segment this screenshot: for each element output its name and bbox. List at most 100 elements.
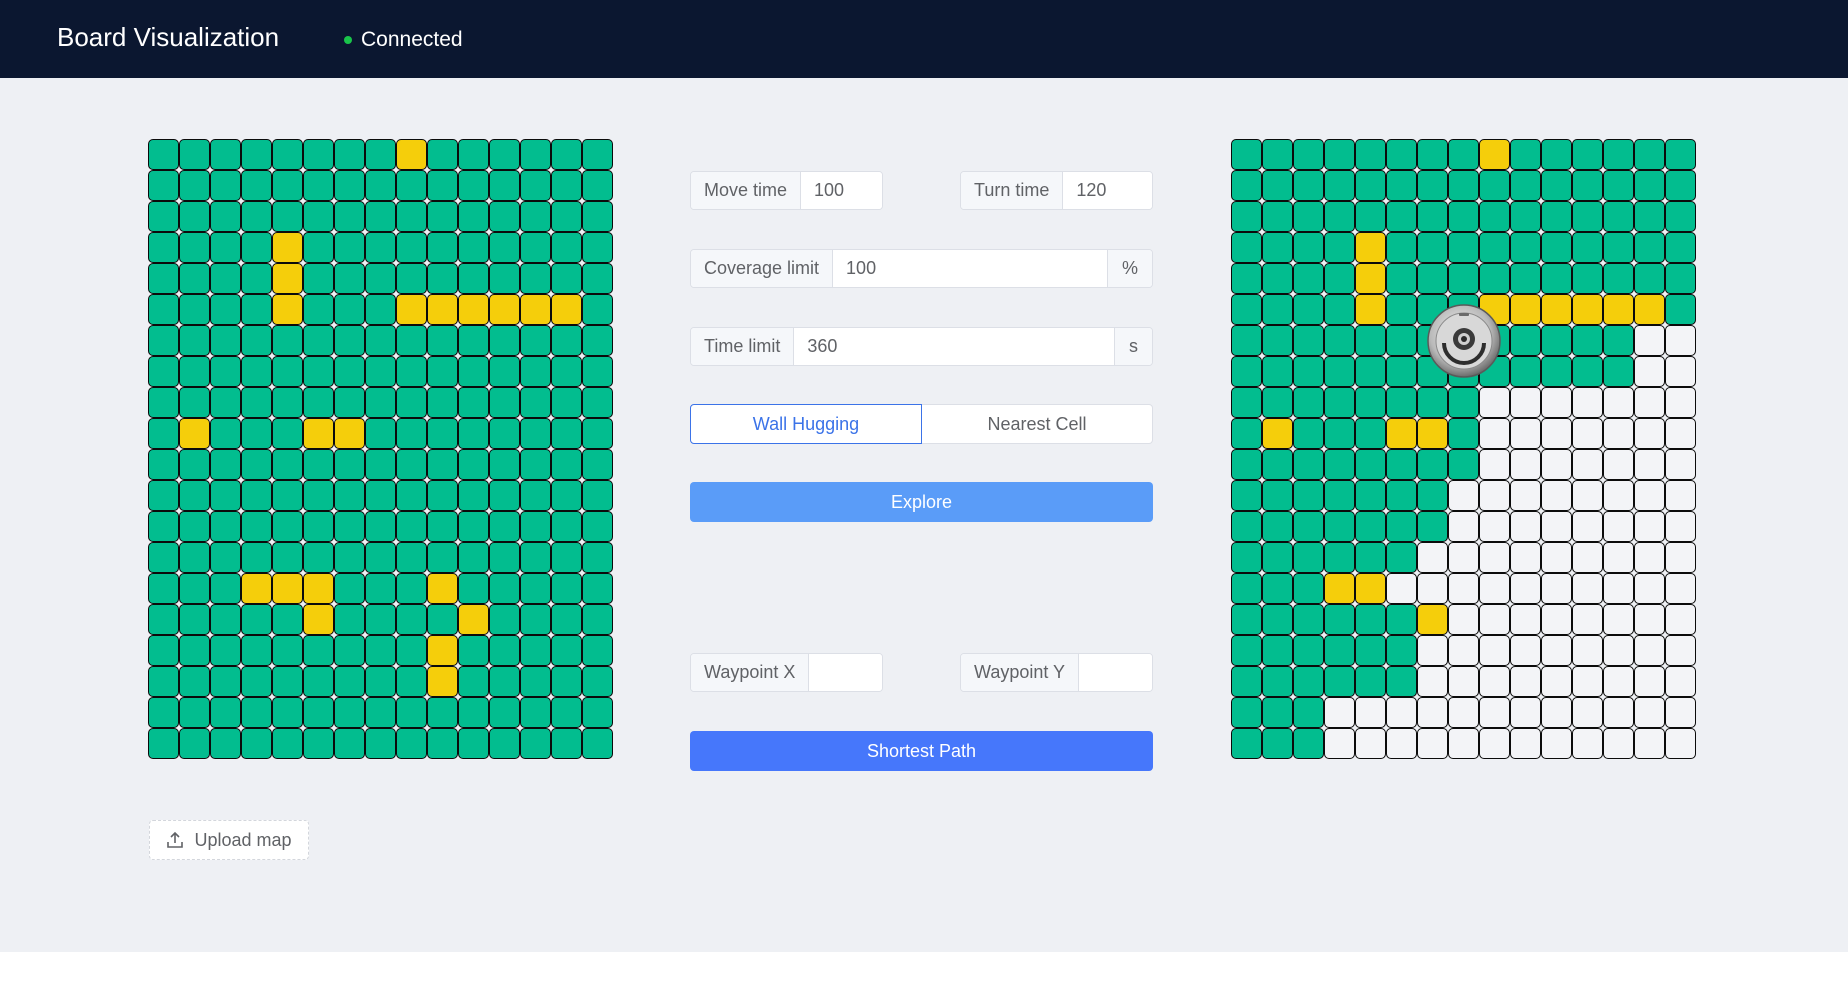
explored-cell-free xyxy=(1231,418,1262,449)
explored-cell-unexplored xyxy=(1510,573,1541,604)
explored-cell-free xyxy=(1417,201,1448,232)
arena-cell-free xyxy=(272,325,303,356)
mode-wall-hugging-button[interactable]: Wall Hugging xyxy=(690,404,922,444)
explored-cell-free xyxy=(1479,170,1510,201)
explored-cell-unexplored xyxy=(1479,480,1510,511)
explored-cell-unexplored xyxy=(1479,387,1510,418)
explored-cell-free xyxy=(1231,604,1262,635)
explored-cell-free xyxy=(1665,232,1696,263)
arena-cell-free xyxy=(303,697,334,728)
waypoint-x-input[interactable] xyxy=(809,654,882,691)
move-time-input[interactable] xyxy=(801,172,882,209)
arena-cell-free xyxy=(551,356,582,387)
explored-cell-free xyxy=(1355,418,1386,449)
explored-cell-free xyxy=(1665,201,1696,232)
explored-cell-obstacle xyxy=(1355,232,1386,263)
explored-cell-free xyxy=(1448,418,1479,449)
arena-cell-free xyxy=(427,542,458,573)
arena-cell-free xyxy=(334,387,365,418)
explore-button[interactable]: Explore xyxy=(690,482,1153,522)
explored-cell-free xyxy=(1665,170,1696,201)
arena-cell-free xyxy=(210,356,241,387)
explored-cell-unexplored xyxy=(1355,728,1386,759)
arena-cell-free xyxy=(489,170,520,201)
arena-cell-obstacle xyxy=(427,573,458,604)
waypoint-y-group: Waypoint Y xyxy=(960,653,1153,692)
explored-cell-obstacle xyxy=(1541,294,1572,325)
explored-cell-unexplored xyxy=(1665,666,1696,697)
arena-cell-free xyxy=(489,201,520,232)
explored-cell-unexplored xyxy=(1572,604,1603,635)
explored-cell-unexplored xyxy=(1541,542,1572,573)
upload-map-button[interactable]: Upload map xyxy=(149,820,309,860)
arena-cell-free xyxy=(520,666,551,697)
arena-cell-free xyxy=(365,604,396,635)
arena-cell-obstacle xyxy=(458,294,489,325)
explored-cell-free xyxy=(1293,666,1324,697)
arena-cell-free xyxy=(458,511,489,542)
arena-cell-free xyxy=(582,356,613,387)
arena-cell-free xyxy=(272,139,303,170)
arena-cell-free xyxy=(303,139,334,170)
explored-cell-free xyxy=(1262,232,1293,263)
arena-cell-free xyxy=(551,480,582,511)
explored-cell-unexplored xyxy=(1479,511,1510,542)
explored-cell-unexplored xyxy=(1603,511,1634,542)
explored-cell-free xyxy=(1603,139,1634,170)
explored-cell-free xyxy=(1386,480,1417,511)
arena-cell-free xyxy=(303,263,334,294)
arena-cell-free xyxy=(520,573,551,604)
arena-cell-free xyxy=(427,511,458,542)
explored-cell-unexplored xyxy=(1541,573,1572,604)
explored-cell-unexplored xyxy=(1572,449,1603,480)
arena-cell-free xyxy=(551,542,582,573)
explored-cell-free xyxy=(1231,387,1262,418)
explored-cell-free xyxy=(1510,263,1541,294)
arena-cell-free xyxy=(334,542,365,573)
explored-cell-free xyxy=(1479,232,1510,263)
coverage-limit-suffix: % xyxy=(1106,250,1152,287)
explored-cell-unexplored xyxy=(1510,728,1541,759)
arena-cell-free xyxy=(210,480,241,511)
explored-cell-free xyxy=(1293,418,1324,449)
explored-cell-free xyxy=(1417,511,1448,542)
explored-cell-free xyxy=(1231,635,1262,666)
explored-cell-unexplored xyxy=(1603,480,1634,511)
shortest-path-button[interactable]: Shortest Path xyxy=(690,731,1153,771)
arena-cell-free xyxy=(303,635,334,666)
turn-time-input[interactable] xyxy=(1063,172,1152,209)
arena-cell-free xyxy=(489,263,520,294)
arena-cell-free xyxy=(396,449,427,480)
explored-cell-unexplored xyxy=(1665,449,1696,480)
arena-cell-free xyxy=(489,418,520,449)
explored-cell-unexplored xyxy=(1665,387,1696,418)
explored-cell-free xyxy=(1231,170,1262,201)
explored-cell-free xyxy=(1603,170,1634,201)
arena-cell-free xyxy=(365,263,396,294)
coverage-limit-input[interactable] xyxy=(833,250,1107,287)
turn-time-group: Turn time xyxy=(960,171,1153,210)
explored-cell-unexplored xyxy=(1634,356,1665,387)
explored-cell-free xyxy=(1231,511,1262,542)
arena-cell-free xyxy=(272,356,303,387)
mode-nearest-cell-button[interactable]: Nearest Cell xyxy=(922,404,1153,444)
explored-cell-unexplored xyxy=(1665,604,1696,635)
explored-cell-obstacle xyxy=(1386,418,1417,449)
time-limit-input[interactable] xyxy=(794,328,1114,365)
arena-cell-obstacle xyxy=(427,294,458,325)
arena-cell-free xyxy=(148,263,179,294)
waypoint-y-input[interactable] xyxy=(1079,654,1152,691)
arena-cell-free xyxy=(365,697,396,728)
explored-cell-free xyxy=(1448,201,1479,232)
arena-cell-free xyxy=(179,697,210,728)
explored-cell-unexplored xyxy=(1324,697,1355,728)
arena-cell-free xyxy=(396,263,427,294)
arena-cell-free xyxy=(210,418,241,449)
arena-cell-free xyxy=(396,666,427,697)
arena-cell-free xyxy=(334,325,365,356)
arena-cell-free xyxy=(427,139,458,170)
explored-cell-unexplored xyxy=(1324,728,1355,759)
explored-cell-free xyxy=(1262,325,1293,356)
explored-cell-free xyxy=(1293,573,1324,604)
arena-cell-free xyxy=(179,232,210,263)
